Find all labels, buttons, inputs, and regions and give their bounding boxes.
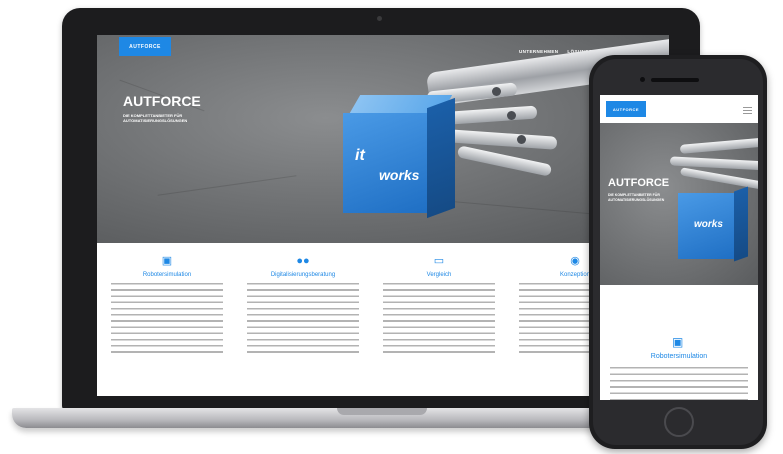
it-works-cube: it works xyxy=(343,95,463,225)
features-section: ▣ Robotersimulation ●● Digitalisierungsb… xyxy=(97,243,669,396)
feature-text xyxy=(111,283,223,357)
feature-title: Digitalisierungsberatung xyxy=(270,272,336,278)
hamburger-menu-icon[interactable] xyxy=(743,107,752,116)
network-icon: ◉ xyxy=(570,255,580,267)
hero-subtitle: DIE KOMPLETTANBIETER FÜR AUTOMATISIERUNG… xyxy=(123,113,188,124)
cube-icon: ▣ xyxy=(161,255,173,267)
brand-badge[interactable]: AUTFORCE xyxy=(119,37,171,56)
phone-hero: works AUTFORCE DIE KOMPLETTANBIETER FÜR … xyxy=(600,123,758,285)
laptop-screen: AUTFORCE UNTERNEHMEN LÖSUNGEN REFERENZEN… xyxy=(97,35,669,396)
phone-screen: AUTFORCE works AUTFORCE DIE KOMPLETTANBI… xyxy=(600,95,758,400)
feature-title: Robotersimulation xyxy=(142,272,192,278)
monitor-icon: ▭ xyxy=(433,255,445,267)
laptop-camera xyxy=(377,16,382,21)
hero-title: AUTFORCE xyxy=(123,93,201,109)
cube-icon: ▣ xyxy=(672,335,684,349)
phone-hero-title: AUTFORCE xyxy=(608,177,670,189)
feature-title: Vergleich xyxy=(426,272,452,278)
feature-text xyxy=(247,283,359,357)
robot-finger xyxy=(456,145,553,177)
nav-item-unternehmen[interactable]: UNTERNEHMEN xyxy=(519,49,558,54)
home-button[interactable] xyxy=(664,407,694,437)
laptop-notch xyxy=(337,408,427,415)
phone-camera xyxy=(640,77,645,82)
feature-text xyxy=(383,283,495,357)
phone-speaker xyxy=(651,78,699,82)
hero-section: AUTFORCE UNTERNEHMEN LÖSUNGEN REFERENZEN… xyxy=(97,35,669,243)
users-icon: ●● xyxy=(296,255,310,267)
phone-brand-badge[interactable]: AUTFORCE xyxy=(606,101,646,117)
phone-feature-title: Robotersimulation xyxy=(650,353,708,360)
phone-feature-text xyxy=(610,367,748,400)
phone-hero-subtitle: DIE KOMPLETTANBIETER FÜR AUTOMATISIERUNG… xyxy=(608,193,665,202)
